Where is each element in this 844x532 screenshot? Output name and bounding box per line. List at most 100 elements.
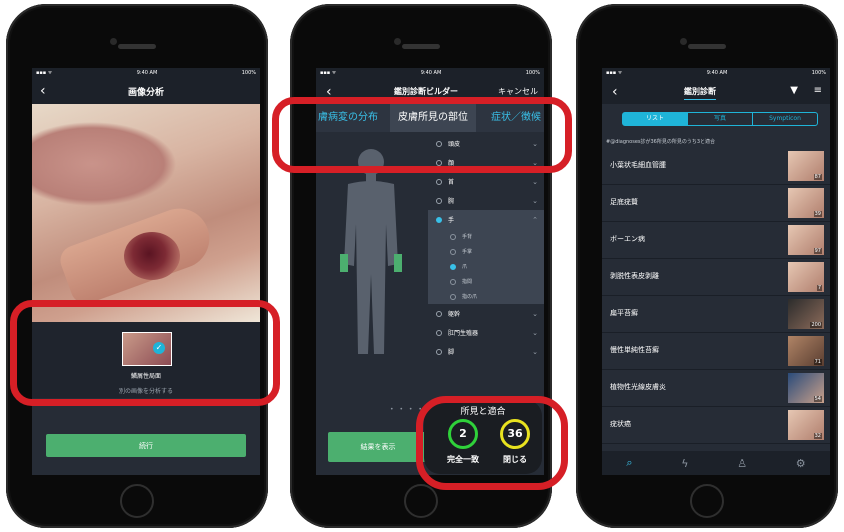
- list-item[interactable]: 足底疣贅 39: [602, 185, 830, 222]
- chevron-down-icon: ⌄: [532, 196, 538, 205]
- subregion-label: 手掌: [462, 249, 473, 255]
- diagnosis-list: 小葉状毛細血管腫 87 足底疣贅 39 ボーエン病 97 剥脱性表皮剥離 7 扁平苔癬 2…: [602, 148, 830, 444]
- image-count: 54: [813, 396, 822, 402]
- image-count: 32: [813, 433, 822, 439]
- diagnosis-name: ボーエン病: [610, 235, 645, 243]
- lightning-icon[interactable]: ϟ: [681, 457, 688, 470]
- body-silhouette-icon[interactable]: [326, 144, 416, 364]
- diagnosis-name: 慢性単純性苔癬: [610, 346, 659, 354]
- list-item[interactable]: 扁平苔癬 200: [602, 296, 830, 333]
- diagnosis-name: 剥脱性表皮剥離: [610, 272, 659, 280]
- diagnosis-name: 植物性光線皮膚炎: [610, 383, 666, 391]
- home-button[interactable]: [690, 484, 724, 518]
- list-item[interactable]: 小葉状毛細血管腫 87: [602, 148, 830, 185]
- phone-image-analysis: ▪▪▪ ᯤ 9:40 AM 100% ‹ 画像分析 ✓ 鱗屑性局面 別の画像を分…: [6, 4, 268, 528]
- region-item[interactable]: 肛門生殖器 ⌄: [428, 323, 544, 342]
- battery-level: 100%: [525, 70, 540, 76]
- screen-differential: ▪▪▪ ᯤ 9:40 AM 100% ‹ 鑑別診断 ▼ ≡ リスト 写真 Sym…: [602, 68, 830, 475]
- image-count: 87: [813, 174, 822, 180]
- status-time: 9:40 AM: [136, 70, 158, 76]
- image-count: 200: [810, 322, 822, 328]
- segment-list[interactable]: リスト: [623, 113, 688, 125]
- speaker: [688, 44, 726, 49]
- radio-icon: [436, 310, 442, 317]
- home-button[interactable]: [120, 484, 154, 518]
- battery-level: 100%: [811, 70, 826, 76]
- subregion-item[interactable]: 手掌: [428, 244, 544, 259]
- signal-icon: ▪▪▪ ᯤ: [36, 70, 53, 76]
- search-icon[interactable]: ⌕: [626, 456, 632, 470]
- highlight-thumbnail: [10, 300, 280, 406]
- view-segmented-control: リスト 写真 Sympticon: [622, 112, 818, 126]
- chevron-down-icon: ⌄: [532, 177, 538, 186]
- radio-icon: [436, 216, 442, 223]
- region-item-hand[interactable]: 手 ⌃: [428, 210, 544, 229]
- bottom-tab-bar: ⌕ ϟ ♙ ⚙: [602, 451, 830, 475]
- match-summary: #@diagnoses診が36所見の所見のうち3と適合: [606, 139, 716, 145]
- chevron-down-icon: ⌄: [532, 347, 538, 356]
- page-title: 鑑別診断ビルダー: [394, 87, 458, 96]
- region-item[interactable]: 脚 ⌄: [428, 342, 544, 361]
- list-item[interactable]: ボーエン病 97: [602, 222, 830, 259]
- image-count: 7: [816, 285, 822, 291]
- lesion-photo: [32, 104, 260, 322]
- image-count: 39: [813, 211, 822, 217]
- list-item[interactable]: 慢性単純性苔癬 71: [602, 333, 830, 370]
- back-icon[interactable]: ‹: [40, 83, 46, 99]
- region-item[interactable]: 躯幹 ⌄: [428, 304, 544, 323]
- show-results-button[interactable]: 結果を表示: [328, 432, 428, 462]
- signal-icon: ▪▪▪ ᯤ: [606, 70, 623, 76]
- subregion-label: 指の爪: [462, 294, 478, 300]
- region-label: 躯幹: [448, 311, 461, 318]
- list-item[interactable]: 疣状癌 32: [602, 407, 830, 444]
- status-bar: ▪▪▪ ᯤ 9:40 AM 100%: [316, 68, 544, 78]
- home-button[interactable]: [404, 484, 438, 518]
- diagnosis-name: 小葉状毛細血管腫: [610, 161, 666, 169]
- camera: [110, 38, 117, 45]
- phone-differential: ▪▪▪ ᯤ 9:40 AM 100% ‹ 鑑別診断 ▼ ≡ リスト 写真 Sym…: [576, 4, 838, 528]
- status-bar: ▪▪▪ ᯤ 9:40 AM 100%: [32, 68, 260, 78]
- region-label: 肛門生殖器: [448, 330, 479, 337]
- radio-icon: [436, 178, 442, 185]
- radio-icon: [450, 263, 456, 270]
- nav-bar: ‹ 鑑別診断 ▼ ≡: [602, 78, 830, 104]
- highlight-tabs: [272, 97, 572, 173]
- continue-button[interactable]: 続行: [46, 434, 246, 457]
- diagnosis-name: 足底疣贅: [610, 198, 638, 206]
- sort-icon[interactable]: ≡: [814, 85, 822, 96]
- subregion-item[interactable]: 手背: [428, 229, 544, 244]
- radio-icon: [436, 348, 442, 355]
- highlight-stats: [416, 396, 568, 490]
- chevron-up-icon: ⌃: [532, 215, 538, 224]
- list-item[interactable]: 植物性光線皮膚炎 54: [602, 370, 830, 407]
- region-item[interactable]: 首 ⌄: [428, 172, 544, 191]
- region-label: 手: [448, 217, 455, 224]
- list-item[interactable]: 剥脱性表皮剥離 7: [602, 259, 830, 296]
- nav-bar: ‹ 画像分析: [32, 78, 260, 104]
- battery-level: 100%: [241, 70, 256, 76]
- radio-icon: [436, 329, 442, 336]
- segment-photos[interactable]: 写真: [688, 113, 753, 125]
- region-label: 腕: [448, 198, 455, 205]
- back-icon[interactable]: ‹: [612, 84, 618, 100]
- user-icon[interactable]: ♙: [737, 457, 747, 470]
- diagnosis-name: 疣状癌: [610, 420, 631, 428]
- region-item[interactable]: 腕 ⌄: [428, 191, 544, 210]
- speaker: [402, 44, 440, 49]
- region-label: 脚: [448, 349, 455, 356]
- status-time: 9:40 AM: [706, 70, 728, 76]
- chevron-down-icon: ⌄: [532, 309, 538, 318]
- subregion-item[interactable]: 指間: [428, 274, 544, 289]
- diagnosis-name: 扁平苔癬: [610, 309, 638, 317]
- status-time: 9:40 AM: [420, 70, 442, 76]
- subregion-label: 爪: [462, 264, 468, 270]
- gear-icon[interactable]: ⚙: [796, 457, 806, 470]
- subregion-item[interactable]: 指の爪: [428, 289, 544, 304]
- subregion-label: 指間: [462, 279, 473, 285]
- subregion-item[interactable]: 爪: [428, 259, 544, 274]
- cancel-button[interactable]: キャンセル: [498, 86, 538, 97]
- radio-icon: [450, 278, 456, 285]
- filter-icon[interactable]: ▼: [790, 85, 798, 96]
- radio-icon: [450, 248, 456, 255]
- segment-sympticon[interactable]: Sympticon: [753, 113, 817, 125]
